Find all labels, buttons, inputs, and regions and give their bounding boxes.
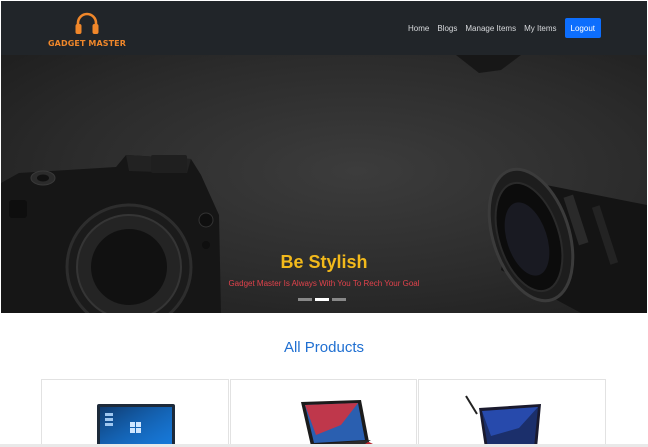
nav-blogs-link[interactable]: Blogs — [437, 24, 457, 33]
brand-name: GADGET MASTER — [48, 39, 126, 48]
hero-subtitle: Gadget Master Is Always With You To Rech… — [228, 279, 420, 288]
laptop-image — [97, 404, 175, 447]
section-title: All Products — [283, 339, 365, 356]
hero-title: Be Stylish — [280, 252, 368, 272]
carousel-indicators — [298, 298, 349, 301]
carousel-indicator-1[interactable] — [298, 298, 312, 301]
product-card[interactable] — [229, 379, 418, 447]
hero-camera-image — [1, 55, 647, 313]
carousel-indicator-2[interactable] — [315, 298, 329, 301]
navbar: GADGET MASTER Home Blogs Manage Items My… — [1, 1, 647, 55]
laptop-image — [300, 400, 379, 447]
headphones-icon — [75, 12, 99, 34]
brand-logo[interactable]: GADGET MASTER — [47, 9, 127, 49]
product-grid — [41, 379, 607, 447]
logout-button[interactable]: Logout — [564, 18, 601, 38]
nav-home-link[interactable]: Home — [408, 24, 429, 33]
nav-my-items-link[interactable]: My Items — [524, 24, 556, 33]
nav-links: Home Blogs Manage Items My Items Logout — [408, 18, 601, 38]
carousel-indicator-3[interactable] — [332, 298, 346, 301]
nav-manage-items-link[interactable]: Manage Items — [465, 24, 516, 33]
hero-carousel[interactable]: Be Stylish Gadget Master Is Always With … — [1, 55, 647, 313]
product-card[interactable] — [418, 379, 607, 447]
laptop-image — [465, 395, 542, 447]
product-card[interactable] — [41, 379, 229, 447]
